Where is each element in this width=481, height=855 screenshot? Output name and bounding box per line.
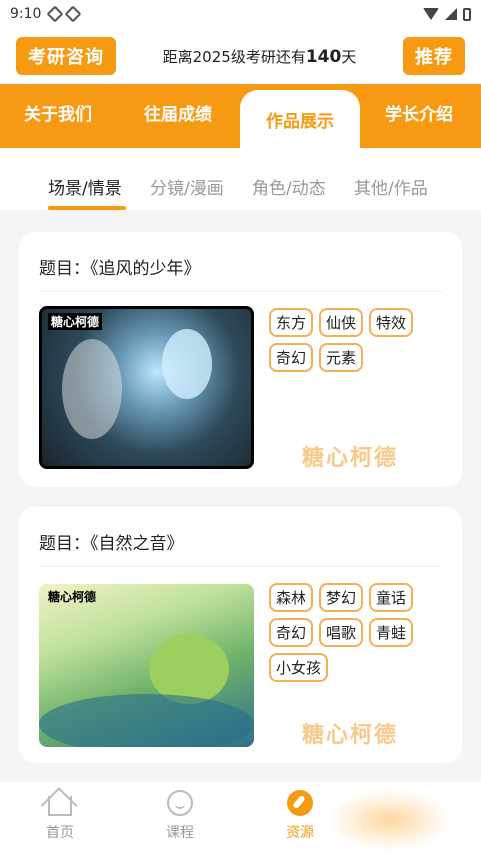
countdown-days: 140 — [305, 46, 342, 67]
exam-countdown: 距离2025级考研还有140天 — [162, 46, 357, 67]
figure-shape — [62, 339, 122, 439]
sub-tabs: 场景/情景 分镜/漫画 角色/动态 其他/作品 — [0, 148, 481, 210]
divider — [39, 291, 442, 292]
glow-shape — [162, 329, 212, 399]
smile-icon — [167, 790, 193, 816]
tab-about-us[interactable]: 关于我们 — [24, 100, 92, 125]
home-icon — [48, 796, 72, 816]
tag[interactable]: 元素 — [319, 343, 364, 372]
consult-button[interactable]: 考研咨询 — [16, 37, 116, 75]
subtab-storyboard[interactable]: 分镜/漫画 — [150, 174, 224, 199]
battery-icon — [463, 7, 471, 21]
tag[interactable]: 特效 — [369, 308, 414, 337]
tag[interactable]: 唱歌 — [319, 618, 364, 647]
divider — [39, 566, 442, 567]
tab-seniors[interactable]: 学长介绍 — [385, 100, 453, 125]
nav-label: 课程 — [166, 825, 194, 841]
nav-home[interactable]: 首页 — [30, 790, 90, 842]
app-notification-icon — [46, 5, 64, 23]
tag[interactable]: 梦幻 — [319, 583, 364, 612]
tab-past-results[interactable]: 往届成绩 — [144, 100, 212, 125]
compass-icon — [287, 790, 313, 816]
tag[interactable]: 森林 — [269, 583, 314, 612]
subtab-indicator — [48, 206, 126, 210]
tag[interactable]: 小女孩 — [269, 653, 329, 682]
tag-list: 森林 梦幻 童话 奇幻 唱歌 青蛙 小女孩 — [269, 583, 439, 682]
watermark: 糖心柯德 — [302, 723, 399, 748]
main-tabs: 关于我们 往届成绩 作品展示 学长介绍 — [0, 84, 481, 148]
tag[interactable]: 青蛙 — [369, 618, 414, 647]
tag[interactable]: 奇幻 — [269, 618, 314, 647]
work-card[interactable]: 题目：《追风的少年》 糖心柯德 东方 仙侠 特效 奇幻 元素 糖心柯德 — [19, 232, 462, 487]
tab-works[interactable]: 作品展示 — [240, 90, 360, 148]
work-thumbnail[interactable]: 糖心柯德 — [39, 584, 254, 747]
tag[interactable]: 仙侠 — [319, 308, 364, 337]
water-shape — [39, 694, 254, 747]
thumbnail-logo: 糖心柯德 — [48, 313, 103, 330]
fab-glow — [330, 790, 450, 850]
tag[interactable]: 童话 — [369, 583, 414, 612]
thumbnail-logo: 糖心柯德 — [48, 590, 97, 604]
tag[interactable]: 东方 — [269, 308, 314, 337]
watermark: 糖心柯德 — [302, 446, 399, 471]
tag[interactable]: 奇幻 — [269, 343, 314, 372]
nav-label: 首页 — [46, 825, 74, 841]
app-notification-icon — [64, 5, 82, 23]
tag-list: 东方 仙侠 特效 奇幻 元素 — [269, 308, 439, 372]
work-thumbnail[interactable]: 糖心柯德 — [39, 306, 254, 469]
work-card[interactable]: 题目：《自然之音》 糖心柯德 森林 梦幻 童话 奇幻 唱歌 青蛙 小女孩 糖心柯… — [19, 507, 462, 763]
signal-icon — [445, 8, 457, 20]
subtab-other[interactable]: 其他/作品 — [354, 174, 428, 199]
nav-courses[interactable]: 课程 — [150, 790, 210, 842]
work-title: 题目：《自然之音》 — [39, 534, 184, 554]
status-time: 9:10 — [10, 6, 42, 22]
subtab-scene[interactable]: 场景/情景 — [48, 174, 122, 199]
top-header: 考研咨询 距离2025级考研还有140天 推荐 — [0, 28, 481, 84]
wifi-icon — [423, 8, 439, 20]
nav-label: 资源 — [286, 825, 314, 841]
status-bar: 9:10 — [0, 0, 481, 28]
nav-resources[interactable]: 资源 — [270, 790, 330, 842]
subtab-character[interactable]: 角色/动态 — [252, 174, 326, 199]
work-title: 题目：《追风的少年》 — [39, 259, 201, 279]
recommend-button[interactable]: 推荐 — [402, 37, 465, 75]
